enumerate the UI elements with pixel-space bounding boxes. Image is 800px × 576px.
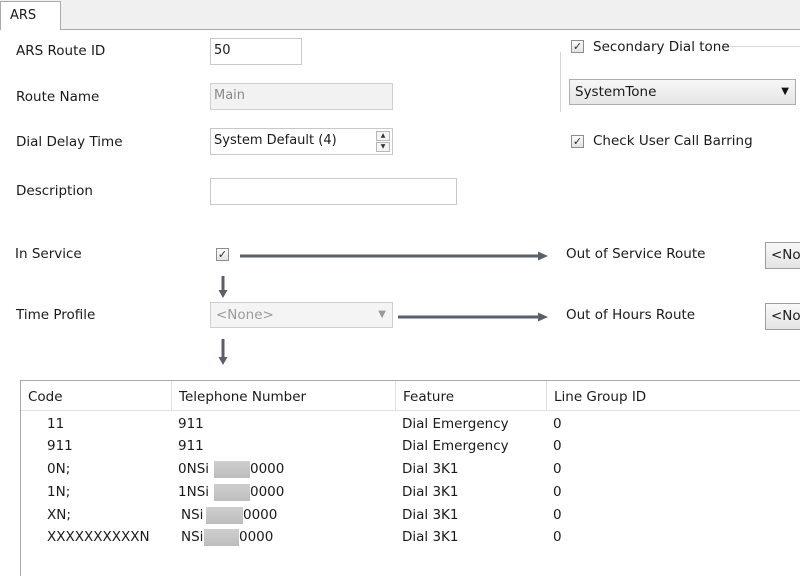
redacted-region [206, 507, 243, 524]
cell-telephone-number: NSi [181, 529, 204, 545]
cell-line-group-id: 0 [553, 461, 562, 477]
column-header-code[interactable]: Code [21, 381, 172, 410]
cell-feature: Dial 3K1 [402, 484, 459, 500]
arrow-time-profile-to-ooh-icon [398, 312, 548, 322]
table-row[interactable]: 0N; 0NSi 0000 Dial 3K1 0 [21, 458, 800, 480]
cell-code: 11 [47, 416, 65, 432]
cell-feature: Dial Emergency [402, 416, 509, 432]
cell-telephone-number: 0NSi [178, 461, 210, 477]
cell-code: XXXXXXXXXXN [47, 529, 150, 545]
redacted-region [204, 529, 239, 546]
arrow-in-service-to-time-profile-icon [218, 276, 228, 298]
cell-feature: Dial 3K1 [402, 529, 459, 545]
column-header-feature[interactable]: Feature [396, 381, 547, 410]
table-row[interactable]: 11 911 Dial Emergency 0 [21, 413, 800, 435]
cell-code: 1N; [47, 484, 71, 500]
cell-telephone-number-suffix: 0000 [250, 461, 285, 477]
arrow-time-profile-to-table-icon [218, 339, 228, 365]
cell-telephone-number-suffix: 0000 [243, 507, 278, 523]
cell-code: 911 [47, 438, 73, 454]
column-header-line-group-id[interactable]: Line Group ID [547, 381, 800, 410]
cell-telephone-number: NSi [181, 507, 204, 523]
cell-line-group-id: 0 [553, 416, 562, 432]
cell-code: 0N; [47, 461, 71, 477]
cell-feature: Dial Emergency [402, 438, 509, 454]
table-row[interactable]: XN; NSi 0000 Dial 3K1 0 [21, 504, 800, 526]
cell-telephone-number-suffix: 0000 [250, 484, 285, 500]
arrow-in-service-to-oos-icon [240, 251, 548, 261]
redacted-region [214, 461, 250, 478]
cell-code: XN; [47, 507, 71, 523]
table-header: Code Telephone Number Feature Line Group… [21, 381, 800, 411]
cell-telephone-number-suffix: 0000 [239, 529, 274, 545]
column-header-telephone-number[interactable]: Telephone Number [172, 381, 396, 410]
cell-feature: Dial 3K1 [402, 507, 459, 523]
cell-line-group-id: 0 [553, 438, 562, 454]
ars-code-table[interactable]: Code Telephone Number Feature Line Group… [20, 380, 800, 576]
table-row[interactable]: XXXXXXXXXXN NSi 0000 Dial 3K1 0 [21, 526, 800, 548]
cell-line-group-id: 0 [553, 484, 562, 500]
table-row[interactable]: 911 911 Dial Emergency 0 [21, 435, 800, 457]
table-row[interactable]: 1N; 1NSi 0000 Dial 3K1 0 [21, 481, 800, 503]
cell-telephone-number: 911 [178, 416, 204, 432]
cell-telephone-number: 911 [178, 438, 204, 454]
cell-line-group-id: 0 [553, 529, 562, 545]
redacted-region [214, 484, 250, 501]
cell-line-group-id: 0 [553, 507, 562, 523]
cell-telephone-number: 1NSi [178, 484, 210, 500]
cell-feature: Dial 3K1 [402, 461, 459, 477]
